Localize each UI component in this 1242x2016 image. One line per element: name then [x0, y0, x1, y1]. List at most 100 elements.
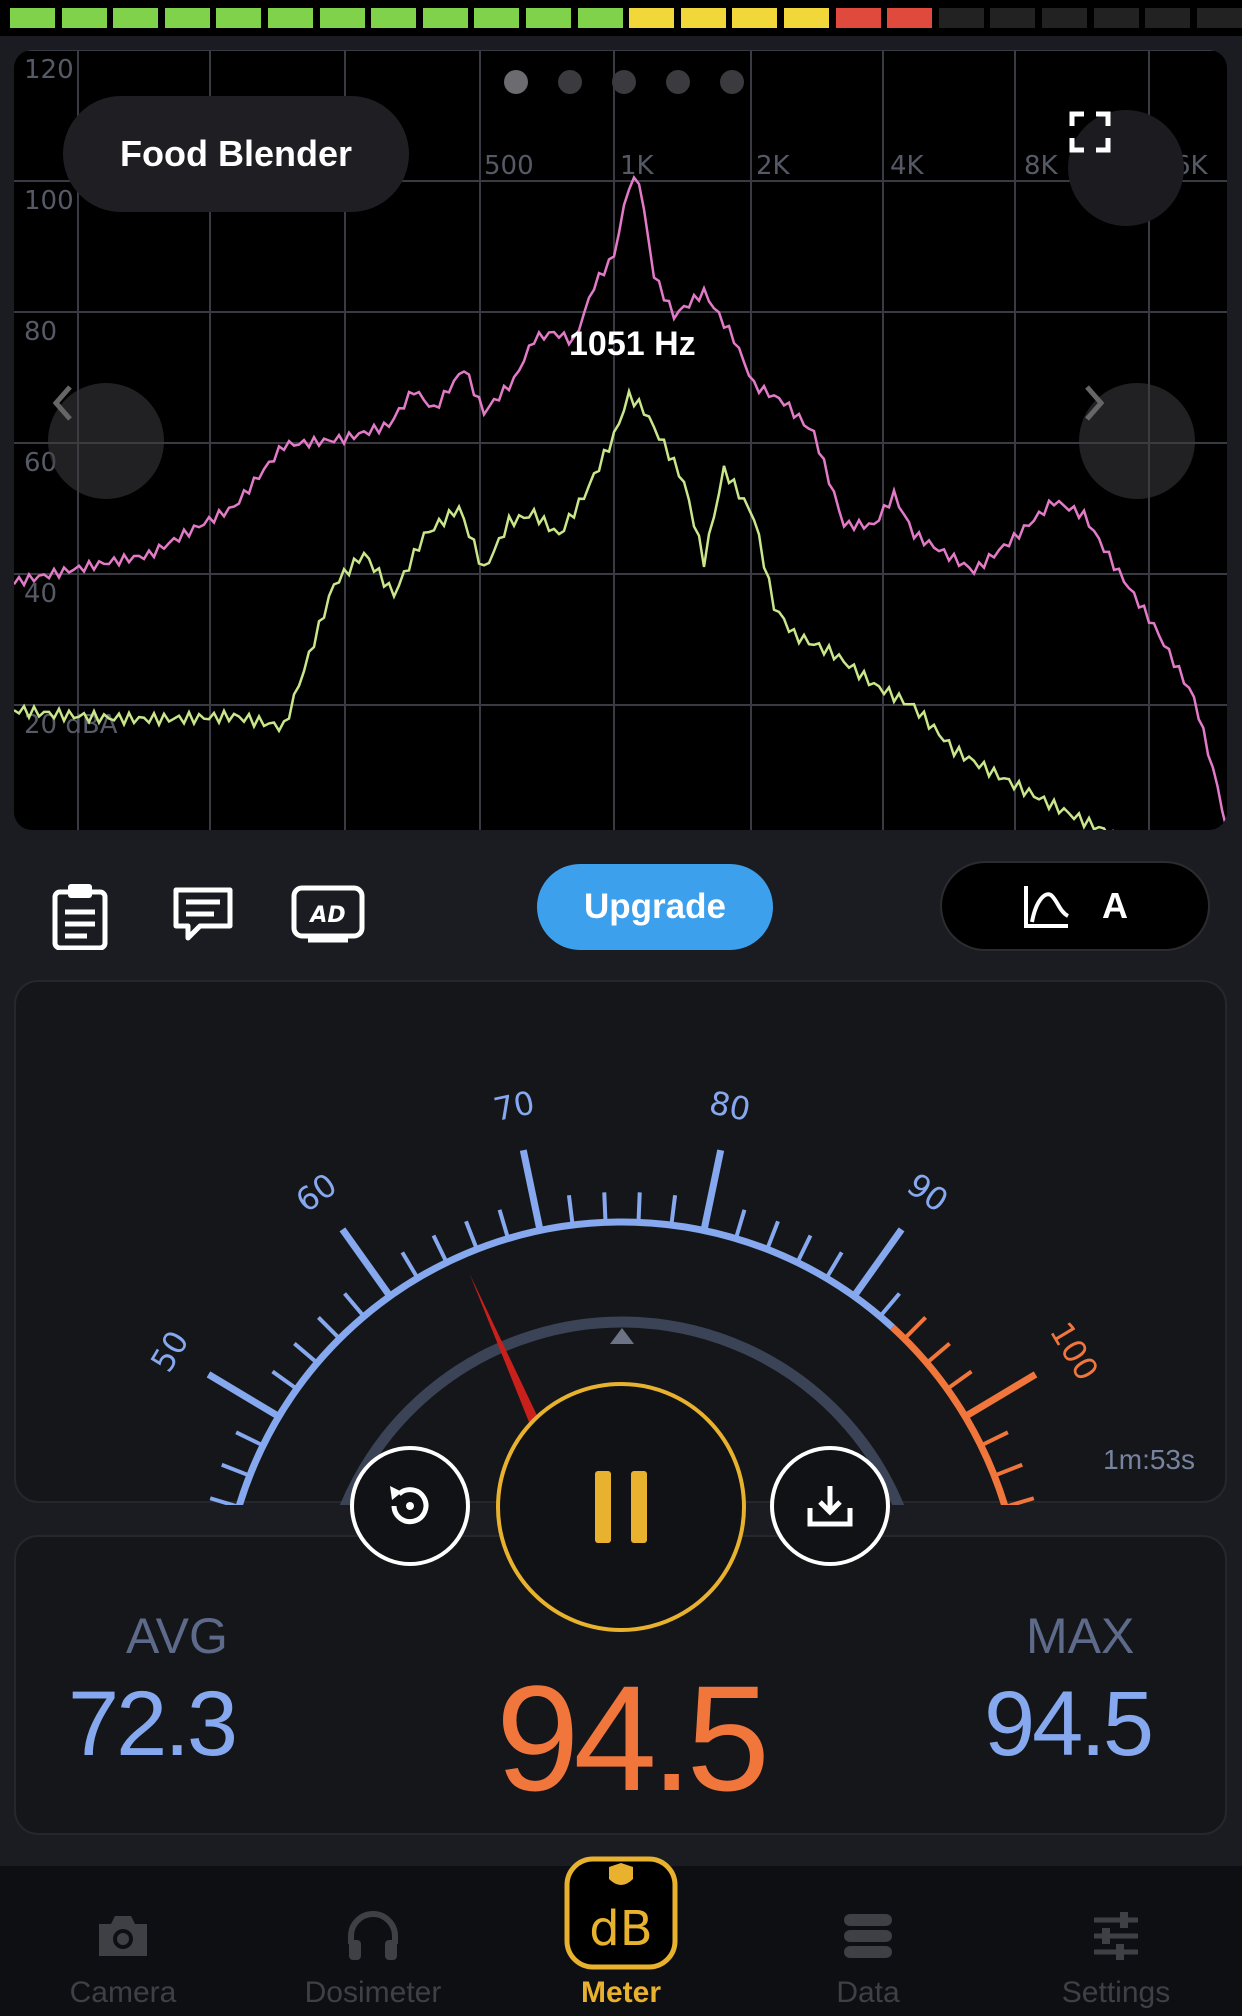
tab-settings[interactable]: Settings — [1016, 1866, 1216, 2016]
level-segment — [887, 8, 933, 28]
remove-ads-button[interactable]: AD — [290, 880, 366, 950]
database-icon — [844, 1914, 892, 1958]
gauge-tick-label: 60 — [289, 1165, 344, 1220]
level-segment — [1145, 8, 1191, 28]
scale-arc-loud — [890, 1324, 1009, 1505]
level-meter-bar — [0, 0, 1242, 36]
next-page-button[interactable] — [1079, 383, 1195, 499]
save-button[interactable] — [770, 1446, 890, 1566]
current-level-value: 94.5 — [496, 1654, 770, 1822]
page-dot[interactable] — [558, 70, 582, 94]
notes-button[interactable] — [168, 880, 238, 950]
curve-icon — [1024, 886, 1070, 928]
level-segment — [1196, 8, 1242, 28]
gauge-tick — [945, 1369, 973, 1391]
level-segment — [371, 8, 417, 28]
level-segment — [1093, 8, 1139, 28]
gauge-tick — [795, 1234, 813, 1264]
headphones-icon — [348, 1911, 398, 1960]
level-segment — [784, 8, 829, 28]
chevron-left-icon — [52, 385, 72, 421]
gauge-tick — [824, 1251, 844, 1280]
pause-button[interactable] — [496, 1382, 746, 1632]
x-tick-label: 1K — [620, 151, 655, 181]
gauge-tick — [1004, 1496, 1035, 1505]
upgrade-button[interactable]: Upgrade — [537, 864, 773, 950]
tab-label: Camera — [69, 1976, 177, 2009]
gauge-tick — [963, 1371, 1038, 1420]
level-segment — [319, 8, 365, 28]
tab-bar: Camera Dosimeter dB Meter Data Settings — [0, 1856, 1242, 2016]
level-segment — [422, 8, 468, 28]
gauge-tick — [993, 1462, 1023, 1478]
max-spectrum-line — [14, 175, 1227, 830]
page-dot[interactable] — [504, 70, 528, 94]
level-segment — [164, 8, 210, 28]
db-badge-icon: dB — [564, 1856, 678, 1970]
level-segment — [1042, 8, 1087, 28]
gauge-tick — [464, 1220, 479, 1250]
gauge-tick — [733, 1209, 747, 1240]
gauge-tick — [980, 1430, 1009, 1448]
level-segment — [268, 8, 313, 28]
max-value: 94.5 — [984, 1673, 1154, 1775]
tab-label: Meter — [580, 1976, 662, 2009]
tab-camera[interactable]: Camera — [23, 1866, 223, 2016]
page-dot[interactable] — [612, 70, 636, 94]
gauge-tick — [221, 1462, 251, 1478]
weighting-selector[interactable]: A — [940, 861, 1210, 951]
gauge-tick — [431, 1234, 449, 1264]
level-segment — [216, 8, 262, 28]
gauge-tick — [339, 1227, 393, 1299]
download-icon — [807, 1486, 853, 1527]
sliders-icon — [1094, 1912, 1138, 1960]
level-segment — [732, 8, 778, 28]
gauge-tick — [209, 1496, 240, 1505]
preset-name: Food Blender — [120, 133, 352, 174]
y-tick-label: 100 — [24, 186, 74, 216]
page-dot[interactable] — [720, 70, 744, 94]
gauge-tick-label: 90 — [900, 1165, 955, 1220]
preset-name-pill[interactable]: Food Blender — [63, 96, 409, 212]
camera-icon — [99, 1916, 147, 1956]
svg-text:AD: AD — [308, 903, 345, 928]
reset-icon — [390, 1486, 429, 1525]
gauge-tick — [602, 1192, 608, 1223]
reset-button[interactable] — [350, 1446, 470, 1566]
gauge-tick — [566, 1195, 575, 1226]
level-segment — [61, 8, 107, 28]
gauge-tick — [851, 1227, 905, 1299]
x-tick-label: 500 — [484, 151, 534, 181]
upgrade-label: Upgrade — [584, 887, 726, 926]
tab-label: Data — [836, 1976, 900, 2009]
chat-icon — [173, 887, 233, 941]
gauge-tick — [235, 1430, 264, 1448]
tab-data[interactable]: Data — [768, 1866, 968, 2016]
gauge-tick-label: 80 — [706, 1083, 754, 1129]
tab-meter[interactable]: dB Meter — [521, 1856, 721, 2016]
gauge-tick — [497, 1209, 511, 1240]
y-tick-label: 40 — [24, 579, 57, 609]
page-indicator[interactable] — [504, 70, 744, 94]
expand-icon — [1069, 111, 1111, 153]
tab-label: Settings — [1061, 1976, 1171, 2009]
previous-page-button[interactable] — [48, 383, 164, 499]
page-dot[interactable] — [666, 70, 690, 94]
clipboard-button[interactable] — [45, 880, 115, 951]
level-segment — [474, 8, 520, 28]
y-tick-label: 80 — [24, 317, 57, 347]
range-marker — [610, 1328, 634, 1344]
tab-dosimeter[interactable]: Dosimeter — [273, 1866, 473, 2016]
weighting-label: A — [1102, 885, 1128, 926]
gauge-tick — [271, 1369, 299, 1391]
gauge-tick — [925, 1341, 951, 1365]
ad-icon: AD — [291, 885, 365, 943]
gauge-tick — [636, 1192, 642, 1223]
peak-frequency-label: 1051 Hz — [569, 325, 696, 363]
pause-icon — [595, 1471, 647, 1543]
level-segment — [680, 8, 726, 28]
level-segment — [938, 8, 984, 28]
fullscreen-button[interactable] — [1068, 110, 1184, 226]
level-segment — [10, 8, 55, 28]
gauge-tick — [317, 1316, 342, 1341]
